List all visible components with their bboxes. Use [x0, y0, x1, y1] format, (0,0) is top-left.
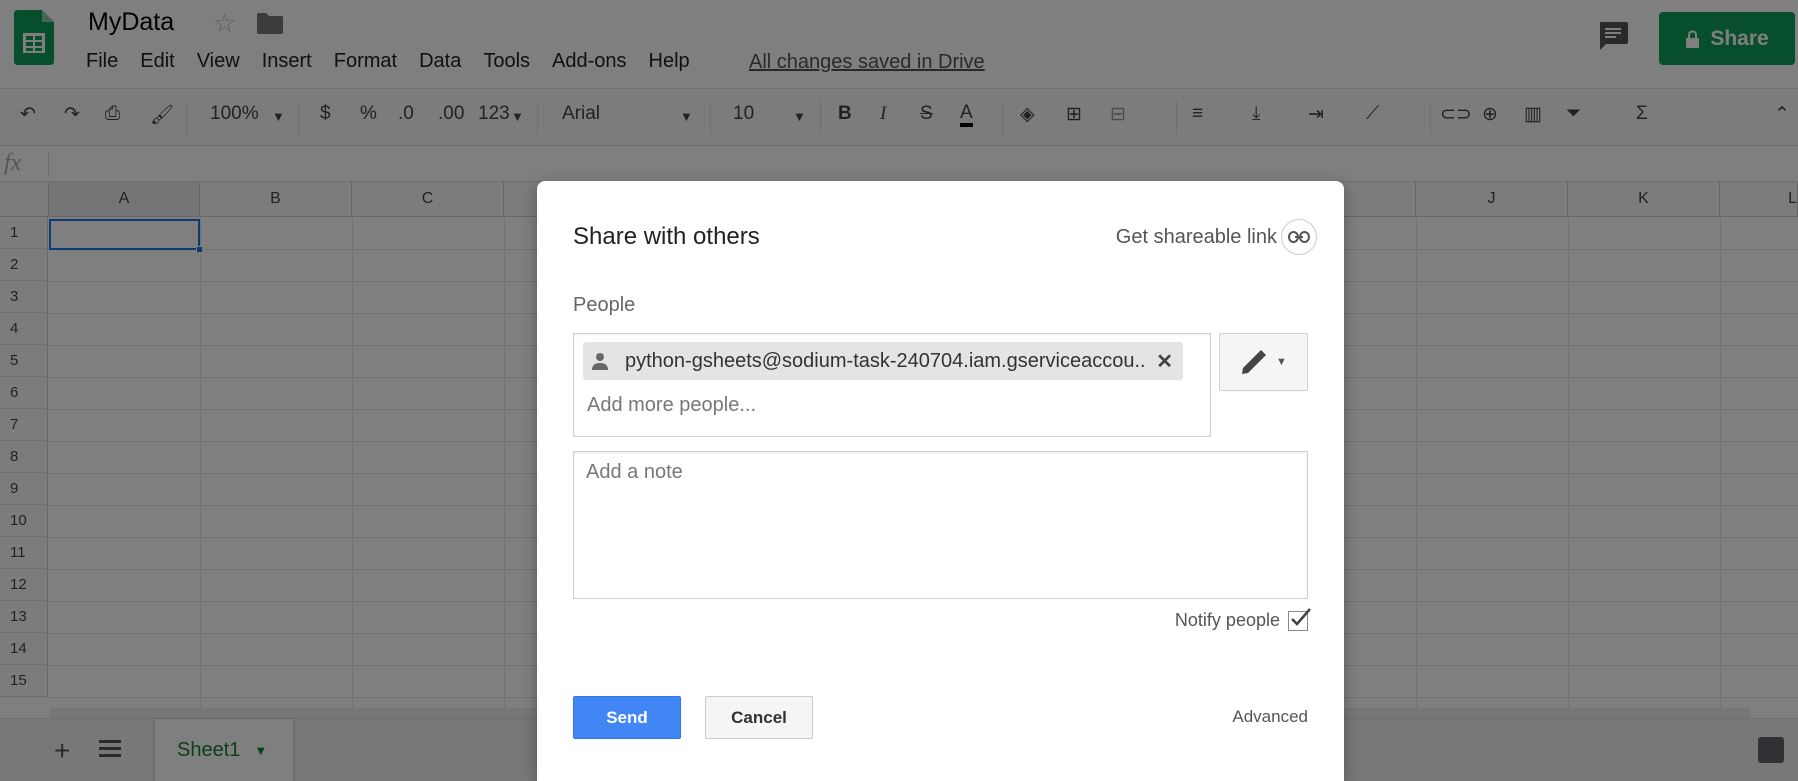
people-input-box[interactable]: python-gsheets@sodium-task-240704.iam.gs…	[573, 333, 1211, 437]
cancel-button[interactable]: Cancel	[705, 696, 813, 739]
people-label: People	[573, 294, 636, 316]
notify-checkbox[interactable]	[1288, 607, 1311, 631]
advanced-link[interactable]: Advanced	[1232, 707, 1308, 727]
share-dialog: Share with others Get shareable link Peo…	[537, 181, 1344, 781]
person-icon	[592, 353, 608, 370]
remove-recipient-icon[interactable]: ✕	[1156, 349, 1173, 374]
note-textarea[interactable]	[573, 451, 1308, 599]
add-people-input[interactable]	[587, 394, 1167, 417]
notify-people[interactable]: Notify people	[1174, 607, 1311, 631]
pencil-icon	[1242, 350, 1267, 374]
link-icon[interactable]	[1281, 219, 1317, 255]
shareable-link-label[interactable]: Get shareable link	[1116, 226, 1277, 249]
notify-label: Notify people	[1174, 610, 1280, 630]
checkmark-icon	[1291, 607, 1311, 626]
get-shareable-link[interactable]: Get shareable link	[1116, 219, 1317, 255]
dialog-title: Share with others	[573, 223, 760, 250]
recipient-chip: python-gsheets@sodium-task-240704.iam.gs…	[583, 342, 1183, 380]
recipient-email: python-gsheets@sodium-task-240704.iam.gs…	[625, 349, 1145, 372]
permission-dropdown-button[interactable]: ▼	[1219, 333, 1308, 391]
sheets-app: MyData ☆ File Edit View Insert Format Da…	[0, 0, 1798, 781]
chevron-down-icon: ▼	[1276, 356, 1287, 368]
send-button[interactable]: Send	[573, 696, 681, 739]
